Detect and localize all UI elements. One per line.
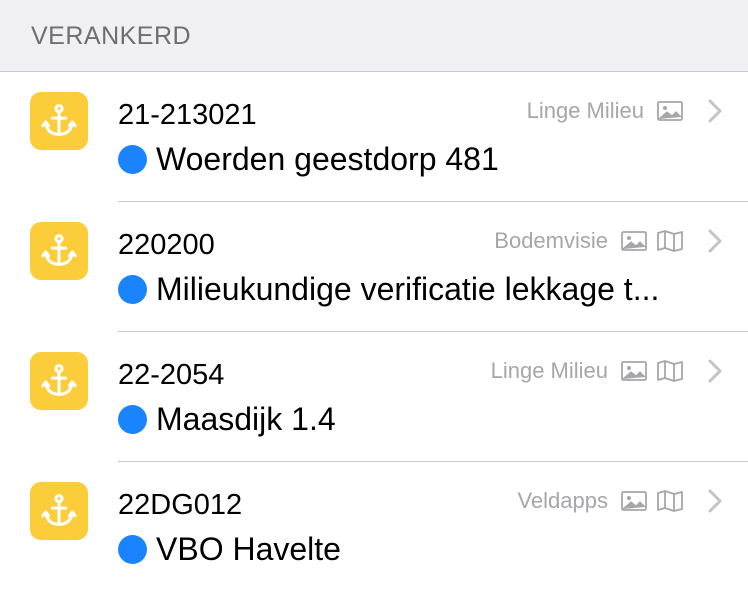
status-dot: [118, 404, 147, 434]
list-item[interactable]: 21-213021 Linge Milieu Woerden geestdorp…: [0, 72, 748, 202]
image-icon: [620, 359, 648, 383]
map-icon: [656, 489, 684, 513]
source-label: Linge Milieu: [526, 98, 644, 123]
chevron-right-icon: [704, 96, 726, 126]
list-item[interactable]: 220200 Bodemvisie Milieukundige verifica…: [0, 202, 748, 332]
project-title: Woerden geestdorp 481: [156, 141, 499, 177]
section-header: VERANKERD: [0, 0, 748, 72]
project-id: 22-2054: [118, 359, 225, 391]
anchor-icon: [30, 482, 88, 540]
status-dot: [118, 144, 147, 174]
list-item[interactable]: 22DG012 Veldapps VBO Havelte: [0, 462, 748, 592]
row-meta: Veldapps: [517, 486, 726, 516]
chevron-right-icon: [704, 356, 726, 386]
map-icon: [656, 229, 684, 253]
project-title: VBO Havelte: [156, 531, 341, 567]
project-id: 22DG012: [118, 489, 243, 521]
chevron-right-icon: [704, 486, 726, 516]
anchor-icon: [30, 222, 88, 280]
anchor-icon: [30, 352, 88, 410]
project-id: 21-213021: [118, 99, 257, 131]
image-icon: [620, 489, 648, 513]
row-title-line: Maasdijk 1.4: [118, 400, 718, 438]
project-id: 220200: [118, 229, 215, 261]
image-icon: [620, 229, 648, 253]
status-dot: [118, 534, 147, 564]
chevron-right-icon: [704, 226, 726, 256]
project-title: Maasdijk 1.4: [156, 401, 336, 437]
source-label: Veldapps: [517, 488, 608, 513]
anchor-icon: [30, 92, 88, 150]
source-label: Bodemvisie: [494, 228, 608, 253]
map-icon: [656, 359, 684, 383]
row-title-line: Milieukundige verificatie lekkage t...: [118, 270, 718, 308]
project-title: Milieukundige verificatie lekkage t...: [156, 271, 660, 307]
status-dot: [118, 274, 147, 304]
source-label: Linge Milieu: [490, 358, 608, 383]
row-title-line: VBO Havelte: [118, 530, 718, 568]
row-meta: Bodemvisie: [494, 226, 726, 256]
project-list: 21-213021 Linge Milieu Woerden geestdorp…: [0, 72, 748, 592]
row-meta: Linge Milieu: [491, 356, 726, 386]
image-icon: [656, 99, 684, 123]
list-item[interactable]: 22-2054 Linge Milieu Maasdijk 1.4: [0, 332, 748, 462]
row-title-line: Woerden geestdorp 481: [118, 140, 718, 178]
section-title: VERANKERD: [31, 22, 192, 50]
row-meta: Linge Milieu: [527, 96, 726, 126]
